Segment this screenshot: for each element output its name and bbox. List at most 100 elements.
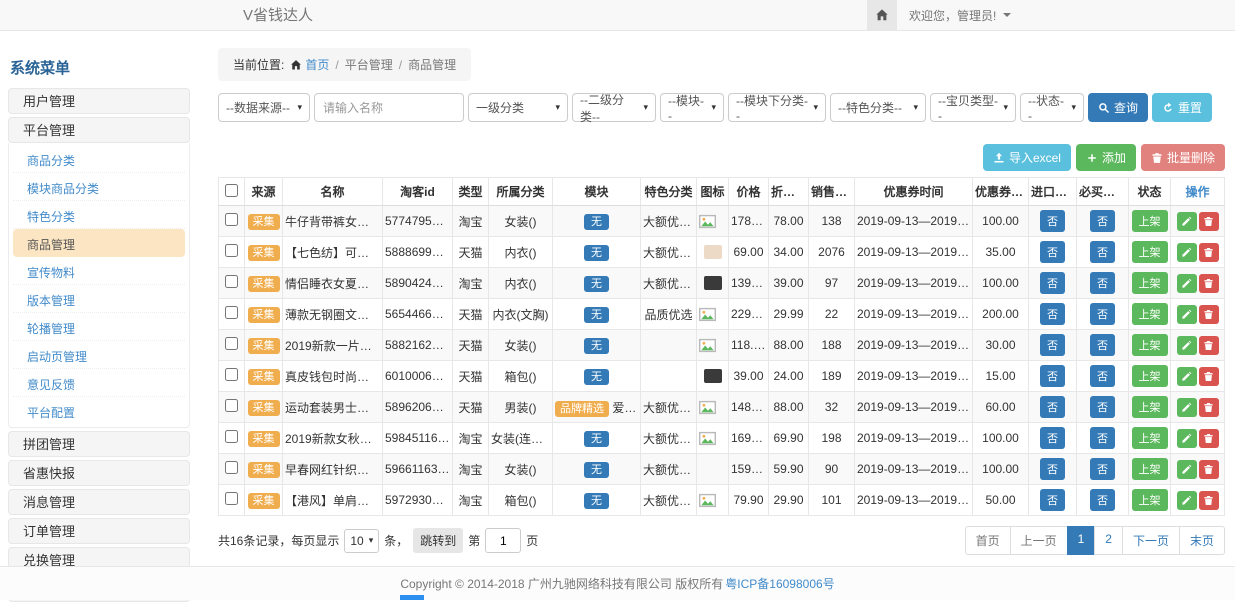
sidebar-section-platform-mgmt[interactable]: 平台管理 [8,117,190,143]
status-button[interactable]: 上架 [1132,458,1168,480]
status-button[interactable]: 上架 [1132,303,1168,325]
module-subcategory-select[interactable]: --模块下分类--▾ [728,93,826,122]
must-buy-toggle-button[interactable]: 否 [1090,334,1115,356]
pagination-page-1-button[interactable]: 1 [1067,526,1096,555]
status-button[interactable]: 上架 [1132,334,1168,356]
edit-button[interactable] [1177,243,1197,262]
edit-button[interactable] [1177,336,1197,355]
row-checkbox[interactable] [225,213,238,226]
edit-button[interactable] [1177,398,1197,417]
status-button[interactable]: 上架 [1132,396,1168,418]
level1-category-select[interactable]: 一级分类▾ [468,93,568,122]
home-nav-button[interactable] [867,0,897,30]
data-source-select[interactable]: --数据来源--▾ [218,93,310,122]
add-button[interactable]: 添加 [1076,144,1136,171]
must-buy-toggle-button[interactable]: 否 [1090,458,1115,480]
sidebar-item-carousel-mgmt[interactable]: 轮播管理 [13,313,185,341]
must-buy-toggle-button[interactable]: 否 [1090,272,1115,294]
imported-toggle-button[interactable]: 否 [1040,458,1065,480]
batch-delete-button[interactable]: 批量删除 [1141,144,1225,171]
status-button[interactable]: 上架 [1132,489,1168,511]
must-buy-toggle-button[interactable]: 否 [1090,241,1115,263]
imported-toggle-button[interactable]: 否 [1040,365,1065,387]
breadcrumb-home-link[interactable]: 首页 [290,56,329,73]
breadcrumb-item-platform[interactable]: 平台管理 [345,56,393,73]
delete-button[interactable] [1199,212,1219,231]
imported-toggle-button[interactable]: 否 [1040,427,1065,449]
status-button[interactable]: 上架 [1132,241,1168,263]
sidebar-section-order-mgmt[interactable]: 订单管理 [8,518,190,544]
status-button[interactable]: 上架 [1132,210,1168,232]
pagination-first-button[interactable]: 首页 [965,526,1011,555]
jump-button[interactable]: 跳转到 [413,528,463,553]
breadcrumb-item-goods[interactable]: 商品管理 [408,56,456,73]
pagination-next-button[interactable]: 下一页 [1122,526,1180,555]
sidebar-item-platform-config[interactable]: 平台配置 [13,397,185,425]
sidebar-item-module-goods-category[interactable]: 模块商品分类 [13,173,185,201]
must-buy-toggle-button[interactable]: 否 [1090,303,1115,325]
edit-button[interactable] [1177,429,1197,448]
page-size-select[interactable]: 10▾ [344,529,379,553]
sidebar-section-message-mgmt[interactable]: 消息管理 [8,489,190,515]
delete-button[interactable] [1199,460,1219,479]
pagination-prev-button[interactable]: 上一页 [1010,526,1068,555]
edit-button[interactable] [1177,460,1197,479]
must-buy-toggle-button[interactable]: 否 [1090,427,1115,449]
status-button[interactable]: 上架 [1132,427,1168,449]
sidebar-section-user-mgmt[interactable]: 用户管理 [8,88,190,114]
edit-button[interactable] [1177,274,1197,293]
sidebar-item-feature-category[interactable]: 特色分类 [13,201,185,229]
row-checkbox[interactable] [225,492,238,505]
sidebar-section-saving-news[interactable]: 省惠快报 [8,460,190,486]
delete-button[interactable] [1199,336,1219,355]
must-buy-toggle-button[interactable]: 否 [1090,365,1115,387]
imported-toggle-button[interactable]: 否 [1040,489,1065,511]
status-select[interactable]: --状态--▾ [1020,93,1084,122]
edit-button[interactable] [1177,491,1197,510]
delete-button[interactable] [1199,274,1219,293]
must-buy-toggle-button[interactable]: 否 [1090,210,1115,232]
imported-toggle-button[interactable]: 否 [1040,334,1065,356]
delete-button[interactable] [1199,367,1219,386]
delete-button[interactable] [1199,398,1219,417]
level2-category-select[interactable]: --二级分类--▾ [572,93,656,122]
sidebar-item-feedback[interactable]: 意见反馈 [13,369,185,397]
imported-toggle-button[interactable]: 否 [1040,272,1065,294]
select-all-checkbox[interactable] [225,184,238,197]
delete-button[interactable] [1199,491,1219,510]
imported-toggle-button[interactable]: 否 [1040,396,1065,418]
imported-toggle-button[interactable]: 否 [1040,210,1065,232]
pagination-page-2-button[interactable]: 2 [1094,526,1123,555]
delete-button[interactable] [1199,305,1219,324]
must-buy-toggle-button[interactable]: 否 [1090,396,1115,418]
name-input[interactable] [314,93,464,122]
sidebar-item-goods-mgmt[interactable]: 商品管理 [13,229,185,257]
sidebar-item-goods-category[interactable]: 商品分类 [13,145,185,173]
status-button[interactable]: 上架 [1132,272,1168,294]
sidebar-item-version-mgmt[interactable]: 版本管理 [13,285,185,313]
feature-category-select[interactable]: --特色分类--▾ [830,93,926,122]
row-checkbox[interactable] [225,244,238,257]
must-buy-toggle-button[interactable]: 否 [1090,489,1115,511]
reset-button[interactable]: 重置 [1152,93,1212,122]
sidebar-section-group-buy-mgmt[interactable]: 拼团管理 [8,431,190,457]
import-excel-button[interactable]: 导入excel [983,144,1071,171]
row-checkbox[interactable] [225,399,238,412]
user-menu[interactable]: 欢迎您，管理员! [897,0,1023,30]
delete-button[interactable] [1199,243,1219,262]
imported-toggle-button[interactable]: 否 [1040,303,1065,325]
sidebar-item-splash-page-mgmt[interactable]: 启动页管理 [13,341,185,369]
row-checkbox[interactable] [225,461,238,474]
item-type-select[interactable]: --宝贝类型--▾ [930,93,1016,122]
imported-toggle-button[interactable]: 否 [1040,241,1065,263]
module-select[interactable]: --模块--▾ [660,93,724,122]
icp-link[interactable]: 粤ICP备16098006号 [725,575,834,592]
edit-button[interactable] [1177,305,1197,324]
row-checkbox[interactable] [225,337,238,350]
status-button[interactable]: 上架 [1132,365,1168,387]
edit-button[interactable] [1177,212,1197,231]
search-button[interactable]: 查询 [1088,93,1148,122]
row-checkbox[interactable] [225,430,238,443]
row-checkbox[interactable] [225,275,238,288]
row-checkbox[interactable] [225,306,238,319]
